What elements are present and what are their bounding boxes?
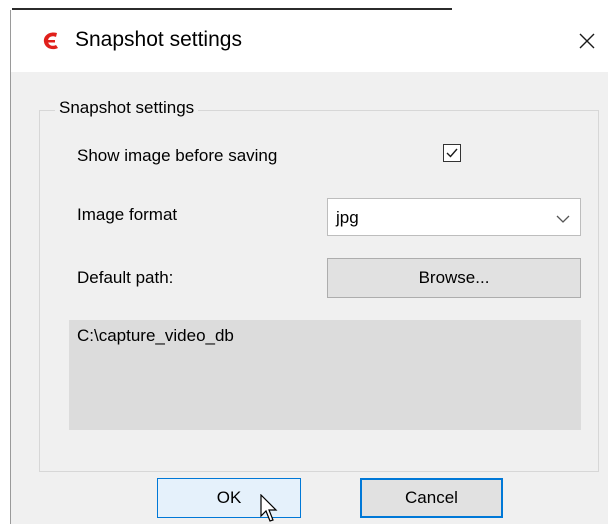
close-button[interactable] [565, 24, 608, 58]
chevron-down-icon [556, 211, 570, 223]
image-format-label: Image format [77, 205, 178, 224]
cancel-button[interactable]: Cancel [360, 478, 503, 518]
ok-button[interactable]: OK [157, 478, 301, 518]
dialog-title: Snapshot settings [75, 28, 242, 51]
default-path-display: C:\capture_video_db [69, 320, 581, 430]
app-logo-icon [41, 30, 63, 52]
image-format-value: jpg [336, 208, 359, 227]
title-bar[interactable]: Snapshot settings [11, 10, 608, 72]
snapshot-settings-dialog: Snapshot settings Snapshot settings Show… [10, 10, 608, 524]
browse-button[interactable]: Browse... [327, 258, 581, 298]
image-format-select[interactable]: jpg [327, 198, 581, 236]
show-image-checkbox[interactable] [443, 144, 461, 162]
default-path-label: Default path: [77, 268, 174, 287]
show-image-label: Show image before saving [77, 146, 278, 165]
default-path-value: C:\capture_video_db [77, 326, 234, 345]
close-icon [579, 33, 595, 49]
screen: Snapshot settings Snapshot settings Show… [0, 0, 608, 524]
groupbox-legend: Snapshot settings [55, 98, 199, 118]
